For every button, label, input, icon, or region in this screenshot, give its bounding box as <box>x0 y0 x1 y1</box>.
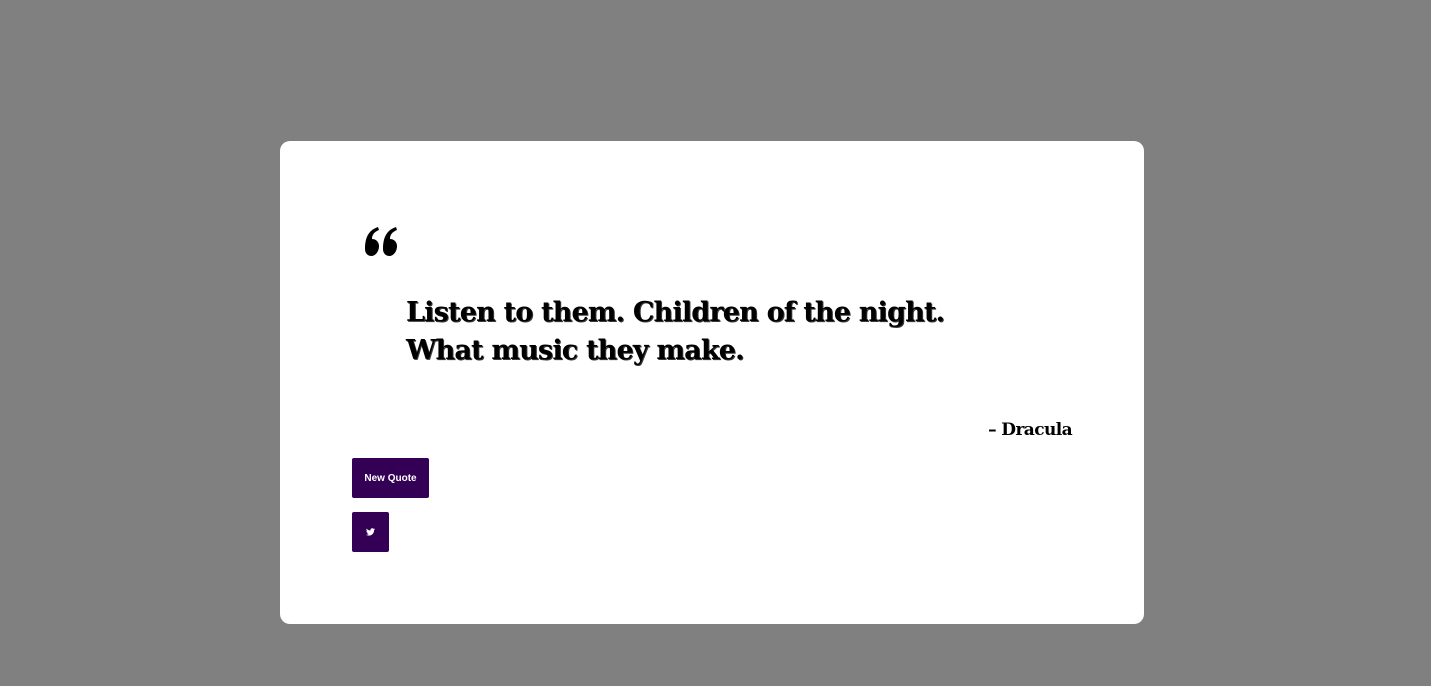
quote-text: Listen to them. Children of the night. W… <box>406 297 945 366</box>
quote-card: Listen to them. Children of the night. W… <box>280 141 1144 624</box>
tweet-button[interactable] <box>352 512 389 552</box>
quote-left-icon <box>365 227 397 256</box>
quote-author: – Dracula <box>988 420 1073 440</box>
twitter-icon <box>366 528 375 536</box>
new-quote-button[interactable]: New Quote <box>352 458 429 498</box>
